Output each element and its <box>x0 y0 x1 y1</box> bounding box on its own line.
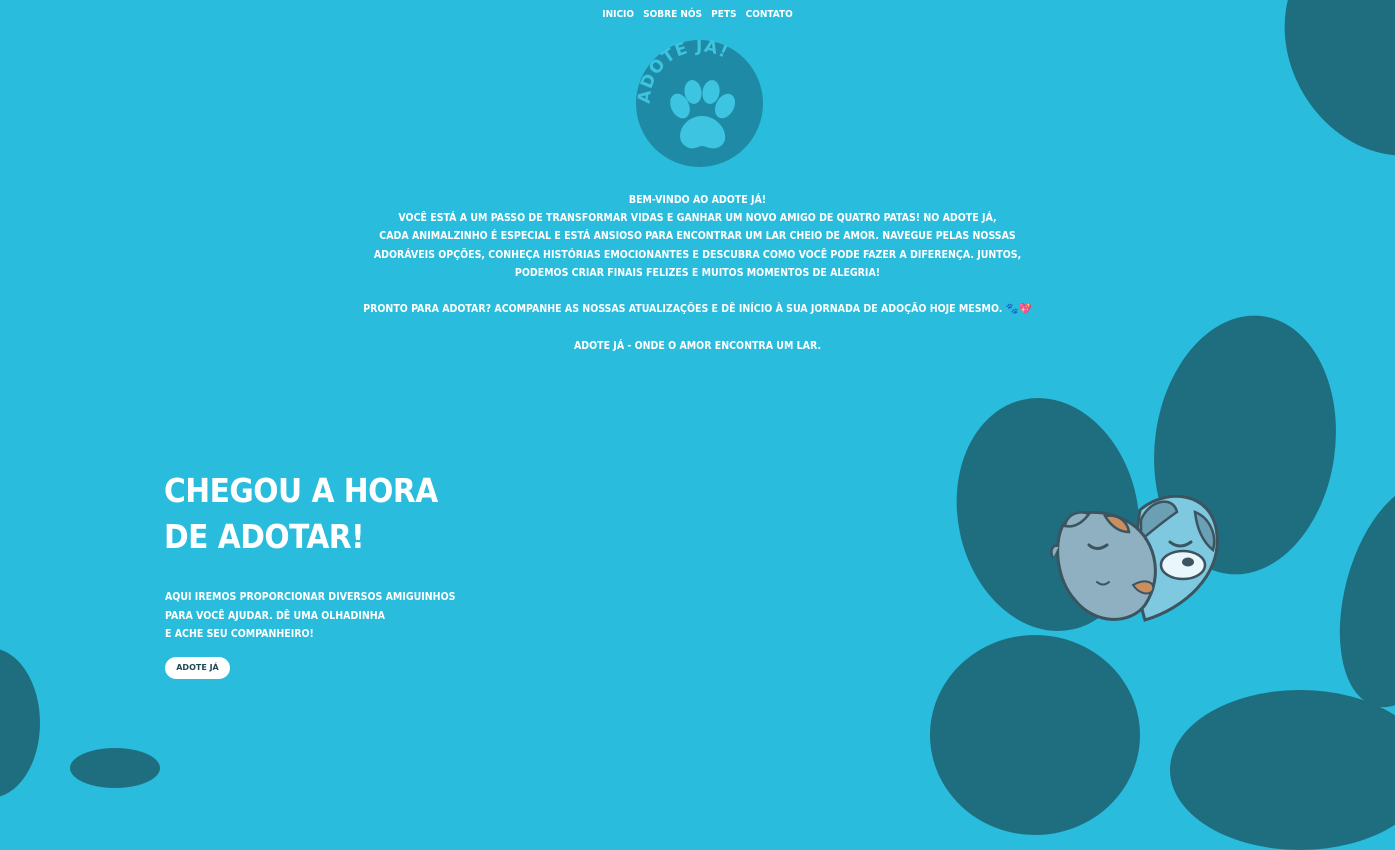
top-nav: INICIO SOBRE NÓS PETS CONTATO <box>0 9 1395 20</box>
bg-blob-bottom-left-2 <box>70 748 160 788</box>
intro-tagline: ADOTE JÁ - ONDE O AMOR ENCONTRA UM LAR. <box>573 339 822 352</box>
hero-text-line: E ACHE SEU COMPANHEIRO! <box>165 628 314 640</box>
sleeping-pets-illustration <box>1050 494 1219 622</box>
nav-inicio[interactable]: INICIO <box>602 9 634 20</box>
logo[interactable]: ADOTE JÁ! <box>636 40 763 167</box>
nav-contato[interactable]: CONTATO <box>746 9 793 20</box>
hero-title-line1: CHEGOU A HORA <box>164 471 438 510</box>
nav-pets[interactable]: PETS <box>711 9 736 20</box>
bg-paw-pad-right <box>1170 690 1395 850</box>
intro-line: PODEMOS CRIAR FINAIS FELIZES E MUITOS MO… <box>514 266 881 279</box>
intro-line: VOCÊ ESTÁ A UM PASSO DE TRANSFORMAR VIDA… <box>398 212 997 225</box>
bg-blob-top-right <box>1245 0 1395 193</box>
hero-title-line2: DE ADOTAR! <box>164 517 365 556</box>
intro-line: ADORÁVEIS OPÇÕES, CONHEÇA HISTÓRIAS EMOC… <box>373 248 1022 261</box>
intro-line: CADA ANIMALZINHO É ESPECIAL E ESTÁ ANSIO… <box>379 230 1016 243</box>
hero-text: AQUI IREMOS PROPORCIONAR DIVERSOS AMIGUI… <box>165 588 465 644</box>
intro-title: BEM-VINDO AO ADOTE JÁ! <box>628 194 767 206</box>
hero-text-line: AQUI IREMOS PROPORCIONAR DIVERSOS AMIGUI… <box>165 591 456 603</box>
adote-ja-button[interactable]: ADOTE JÁ <box>165 657 230 679</box>
bg-paw-toe-far-right <box>1317 468 1395 722</box>
nav-sobre-nos[interactable]: SOBRE NÓS <box>643 9 702 20</box>
intro-section: BEM-VINDO AO ADOTE JÁ! VOCÊ ESTÁ A UM PA… <box>300 191 1095 355</box>
logo-graphic: ADOTE JÁ! <box>636 40 736 149</box>
hero-title: CHEGOU A HORA DE ADOTAR! <box>164 468 484 560</box>
hero-text-line: PARA VOCÊ AJUDAR. DÊ UMA OLHADINHA <box>165 609 385 622</box>
bg-paw-pad <box>930 635 1140 835</box>
intro-cta-line: PRONTO PARA ADOTAR? ACOMPANHE AS NOSSAS … <box>363 303 1032 316</box>
paw-icon <box>670 80 736 149</box>
bg-blob-bottom-left <box>0 648 40 798</box>
